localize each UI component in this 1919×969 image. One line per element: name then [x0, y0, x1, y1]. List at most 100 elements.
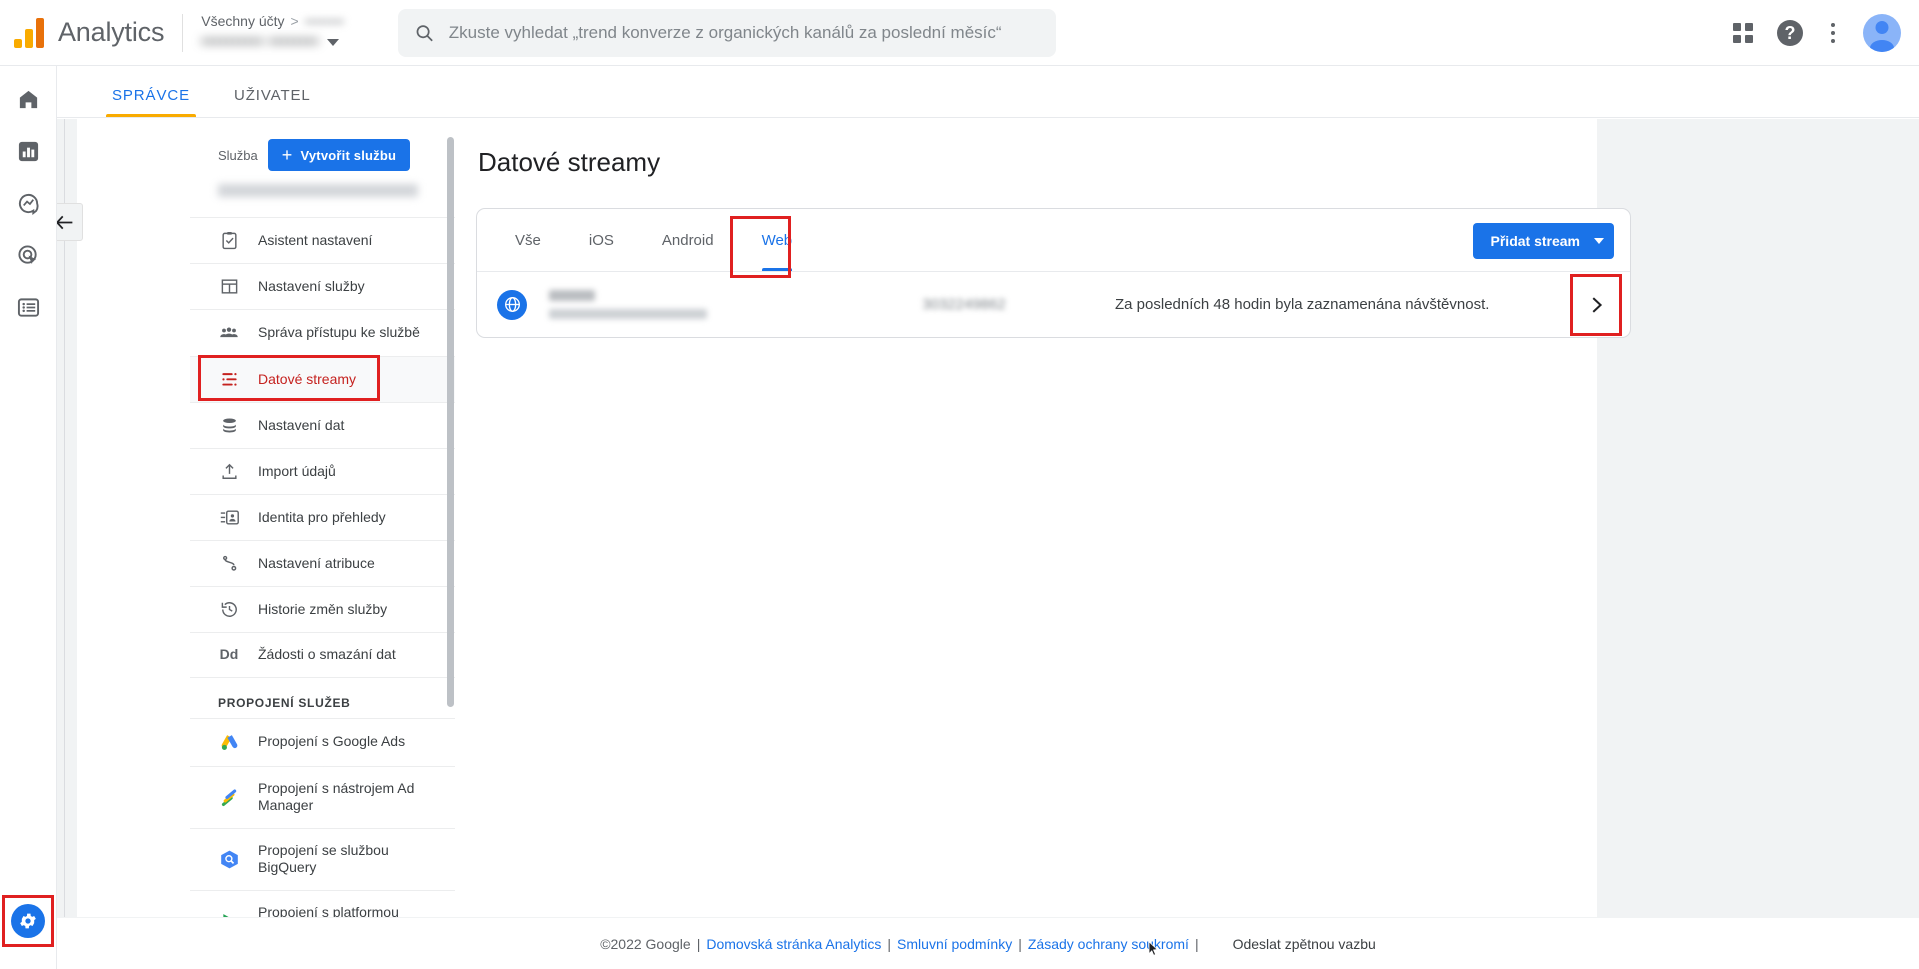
scope-label: Služba [218, 147, 258, 163]
reports-icon[interactable] [15, 138, 41, 164]
database-icon [218, 416, 240, 435]
web-globe-icon [497, 289, 527, 320]
sidebar-rail-divider [64, 119, 65, 969]
search-input[interactable] [448, 23, 1040, 43]
sidebar-item-label: Propojení se službou BigQuery [258, 841, 389, 876]
avatar[interactable] [1863, 14, 1901, 52]
ad-manager-icon [218, 787, 240, 808]
sidebar-item-label: Správa přístupu ke službě [258, 324, 420, 341]
analytics-logo-icon [14, 17, 48, 48]
header-divider [182, 13, 184, 52]
bigquery-icon [218, 849, 240, 870]
sidebar-item-sprava-pristupu[interactable]: Správa přístupu ke službě [190, 309, 455, 356]
tab-ios[interactable]: iOS [565, 209, 638, 271]
people-icon [218, 323, 240, 343]
help-icon[interactable]: ? [1777, 20, 1803, 46]
sidebar-item-display-video-360[interactable]: Propojení s platformou Display & Video 3… [190, 889, 455, 919]
sidebar-item-nastaveni-dat[interactable]: Nastavení dat [190, 402, 455, 448]
breadcrumb-root[interactable]: Všechny účty [201, 13, 284, 29]
mouse-cursor [1148, 941, 1159, 956]
stream-row[interactable]: 3032249862 Za posledních 48 hodin byla z… [477, 271, 1630, 337]
page-title: Datové streamy [478, 147, 661, 177]
open-stream-highlight-box [1570, 274, 1622, 336]
scope-header: Služba + Vytvořit službu [190, 119, 455, 171]
reporting-identity-icon [218, 508, 240, 527]
chevron-right-icon[interactable] [1585, 294, 1607, 316]
stream-name-redacted [549, 290, 595, 301]
breadcrumb-separator: > [290, 13, 299, 29]
sidebar-menu-list: Asistent nastavení Nastavení služby Sprá… [190, 217, 455, 919]
explore-icon[interactable] [15, 190, 41, 216]
dd-icon: Dd [219, 646, 239, 662]
sidebar-item-google-ads[interactable]: Propojení s Google Ads [190, 717, 455, 766]
history-icon [218, 600, 240, 619]
tab-spravce[interactable]: SPRÁVCE [90, 87, 212, 117]
account-selector[interactable]: Všechny účty > •••••••• •••••••••• •••••… [201, 13, 431, 52]
sidebar-item-bigquery[interactable]: Propojení se službou BigQuery [190, 827, 455, 890]
upload-icon [218, 462, 240, 481]
more-vert-icon[interactable] [1827, 19, 1839, 47]
sidebar-item-zadosti-o-smazani[interactable]: Dd Žádosti o smazání dat [190, 632, 455, 677]
sidebar-item-label: Nastavení atribuce [258, 554, 375, 571]
footer-link-analytics-home[interactable]: Domovská stránka Analytics [706, 936, 881, 952]
add-stream-label: Přidat stream [1490, 233, 1580, 249]
setup-assistant-icon [218, 231, 240, 250]
footer-separator: | [887, 935, 892, 952]
sidebar-item-ad-manager[interactable]: Propojení s nástrojem Ad Manager [190, 765, 455, 828]
sidebar-item-label: Historie změn služby [258, 600, 388, 617]
sidebar-item-label: Nastavení služby [258, 277, 365, 294]
advertising-icon[interactable] [15, 242, 41, 268]
nav-tabs: SPRÁVCE UŽIVATEL [57, 66, 1919, 118]
sidebar-item-nastaveni-atribuce[interactable]: Nastavení atribuce [190, 540, 455, 586]
property-settings-icon [218, 277, 240, 296]
create-property-button[interactable]: + Vytvořit službu [267, 139, 411, 171]
footer-separator: | [696, 935, 701, 952]
content-card: Služba + Vytvořit službu Asistent nastav… [77, 119, 1631, 919]
add-stream-button[interactable]: Přidat stream [1472, 223, 1614, 259]
chevron-down-icon [1594, 238, 1604, 244]
gear-icon[interactable] [11, 904, 45, 938]
stream-identity [549, 290, 849, 319]
library-icon[interactable] [15, 294, 41, 320]
section-propojeni-sluzeb: PROPOJENÍ SLUŽEB [190, 676, 455, 718]
account-name-row[interactable]: •••••••••• •••••••• [201, 32, 431, 52]
stream-id: 3032249862 [922, 296, 1006, 313]
sidebar-item-label: Žádosti o smazání dat [258, 646, 396, 662]
sidebar-item-historie-zmen[interactable]: Historie změn služby [190, 586, 455, 632]
breadcrumb-account-redacted: •••••••• [304, 13, 344, 29]
sidebar-item-label: Asistent nastavení [258, 231, 373, 248]
sidebar-item-label: Propojení s Google Ads [258, 733, 406, 750]
sidebar-scrollbar[interactable] [447, 137, 454, 707]
chevron-down-icon[interactable] [326, 38, 339, 46]
apps-grid-icon[interactable] [1733, 23, 1753, 43]
analytics-logo[interactable]: Analytics [14, 17, 164, 48]
admin-sidebar: Služba + Vytvořit službu Asistent nastav… [190, 119, 455, 919]
send-feedback-button[interactable]: Odeslat zpětnou vazbu [1233, 936, 1376, 952]
brand-name: Analytics [58, 17, 165, 47]
home-icon[interactable] [15, 86, 41, 112]
stream-type-tabs: Vše iOS Android Web Přidat stream [477, 209, 1630, 278]
search-bar[interactable] [398, 9, 1056, 57]
stream-status: Za posledních 48 hodin byla zaznamenána … [1115, 296, 1490, 313]
footer-separator: | [1018, 935, 1022, 952]
sidebar-item-label: Propojení s nástrojem Ad Manager [258, 779, 415, 814]
sidebar-item-asistent-nastaveni[interactable]: Asistent nastavení [190, 217, 455, 263]
tab-web[interactable]: Web [738, 209, 817, 271]
attribution-icon [218, 554, 240, 573]
sidebar-item-datove-streamy[interactable]: Datové streamy [190, 356, 455, 402]
sidebar-item-nastaveni-sluzby[interactable]: Nastavení služby [190, 263, 455, 309]
google-ads-icon [218, 732, 240, 753]
sidebar-item-import-udaju[interactable]: Import údajů [190, 448, 455, 494]
footer: ©2022 Google | Domovská stránka Analytic… [57, 917, 1919, 969]
tab-vse[interactable]: Vše [491, 209, 565, 271]
main-panel: Datové streamy Vše iOS Android Web Přida… [472, 119, 1642, 338]
footer-link-privacy[interactable]: Zásady ochrany soukromí [1028, 936, 1189, 952]
create-property-label: Vytvořit službu [300, 147, 397, 163]
sidebar-item-label: Nastavení dat [258, 416, 345, 433]
footer-link-terms[interactable]: Smluvní podmínky [897, 936, 1012, 952]
tab-uzivatel[interactable]: UŽIVATEL [212, 87, 333, 117]
top-bar: Analytics Všechny účty > •••••••• ••••••… [0, 0, 1919, 66]
sidebar-item-identita-pro-prehledy[interactable]: Identita pro přehledy [190, 494, 455, 540]
sidebar-item-label: Datové streamy [258, 370, 357, 387]
tab-android[interactable]: Android [638, 209, 738, 271]
